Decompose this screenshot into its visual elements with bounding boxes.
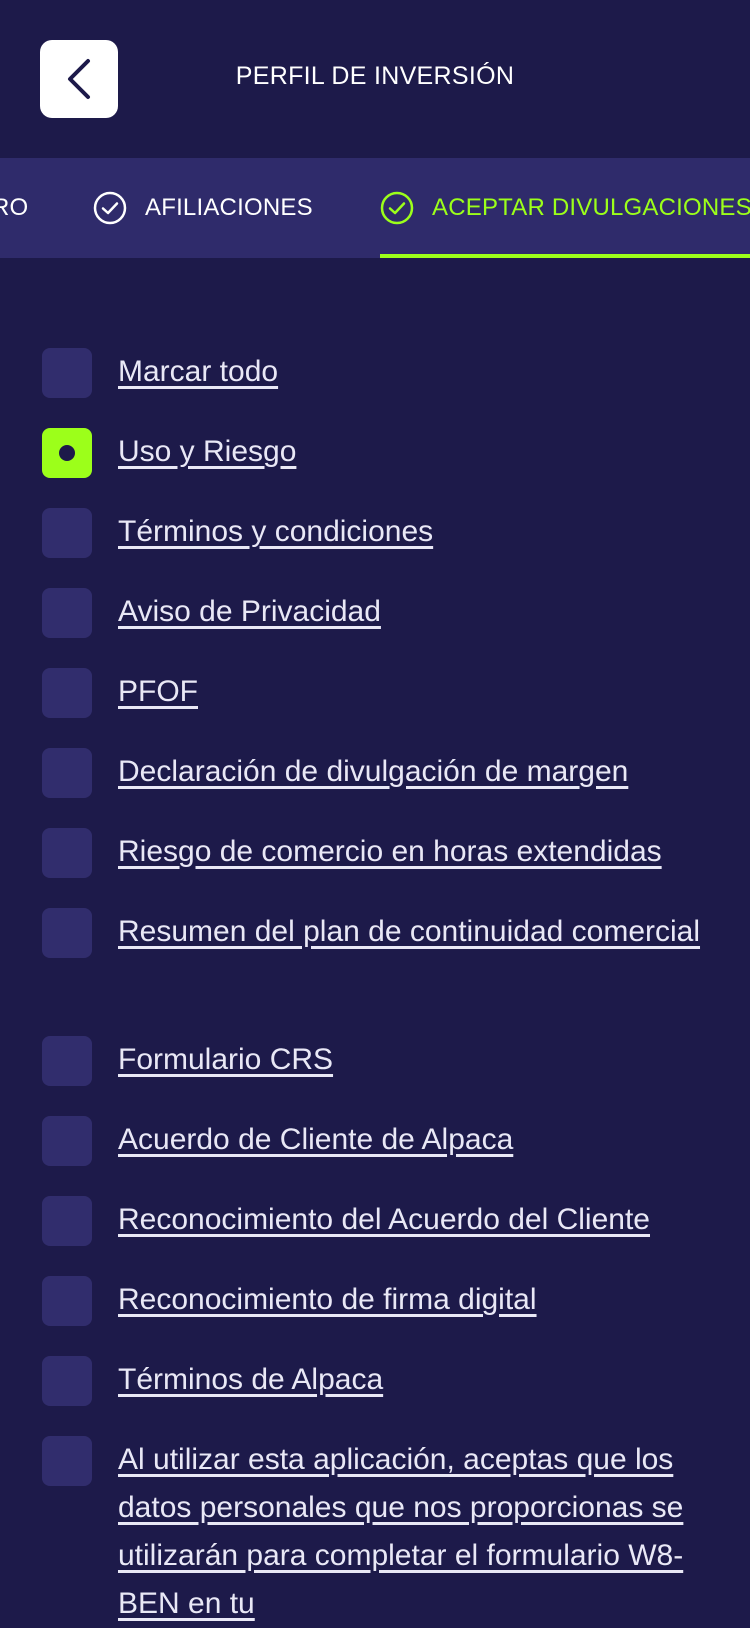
- tab-label: ACEPTAR DIVULGACIONES: [432, 194, 750, 221]
- check-circle-icon: [380, 191, 414, 225]
- checkbox[interactable]: [42, 1196, 92, 1246]
- disclosure-link[interactable]: Reconocimiento de firma digital: [118, 1276, 718, 1324]
- checkbox[interactable]: [42, 508, 92, 558]
- checkbox-item-continuidad[interactable]: Resumen del plan de continuidad comercia…: [42, 908, 718, 958]
- disclosure-link[interactable]: Reconocimiento del Acuerdo del Cliente: [118, 1196, 718, 1244]
- checkbox[interactable]: [42, 1436, 92, 1486]
- checkbox-item-reconocimiento-acuerdo[interactable]: Reconocimiento del Acuerdo del Cliente: [42, 1196, 718, 1246]
- disclosure-link[interactable]: Acuerdo de Cliente de Alpaca: [118, 1116, 718, 1164]
- disclosure-link[interactable]: Al utilizar esta aplicación, aceptas que…: [118, 1436, 718, 1628]
- checkbox-item-crs[interactable]: Formulario CRS: [42, 1036, 718, 1086]
- checkbox-item-terminos-alpaca[interactable]: Términos de Alpaca: [42, 1356, 718, 1406]
- checkbox-item-terminos[interactable]: Términos y condiciones: [42, 508, 718, 558]
- checkbox[interactable]: [42, 908, 92, 958]
- tab-label: AFILIACIONES: [145, 194, 313, 221]
- tab-label: RO: [0, 194, 29, 221]
- checkbox-item-firma-digital[interactable]: Reconocimiento de firma digital: [42, 1276, 718, 1326]
- checkbox[interactable]: [42, 668, 92, 718]
- step-tabs: RO AFILIACIONES ACEPTAR DIVULGACIONES: [0, 158, 750, 258]
- checkbox[interactable]: [42, 348, 92, 398]
- disclosure-link[interactable]: PFOF: [118, 668, 718, 716]
- checkbox-item-horas-extendidas[interactable]: Riesgo de comercio en horas extendidas: [42, 828, 718, 878]
- checkbox[interactable]: [42, 828, 92, 878]
- checkbox[interactable]: [42, 1356, 92, 1406]
- checkbox-item-marcar-todo[interactable]: Marcar todo: [42, 348, 718, 398]
- disclosure-link[interactable]: Resumen del plan de continuidad comercia…: [118, 908, 718, 956]
- checkbox[interactable]: [42, 588, 92, 638]
- disclosure-link[interactable]: Términos y condiciones: [118, 508, 718, 556]
- checkbox[interactable]: [42, 748, 92, 798]
- checked-dot-icon: [59, 445, 75, 461]
- checkbox[interactable]: [42, 428, 92, 478]
- check-circle-icon: [93, 191, 127, 225]
- app-header: PERFIL DE INVERSIÓN: [0, 0, 750, 158]
- checkbox-item-margen[interactable]: Declaración de divulgación de margen: [42, 748, 718, 798]
- tab-aceptar-divulgaciones[interactable]: ACEPTAR DIVULGACIONES: [380, 158, 750, 258]
- disclosure-link[interactable]: Riesgo de comercio en horas extendidas: [118, 828, 718, 876]
- tab-afiliaciones[interactable]: AFILIACIONES: [93, 158, 313, 258]
- disclosure-link[interactable]: Formulario CRS: [118, 1036, 718, 1084]
- checkbox-item-pfof[interactable]: PFOF: [42, 668, 718, 718]
- disclosure-link[interactable]: Marcar todo: [118, 348, 718, 396]
- page-title: PERFIL DE INVERSIÓN: [235, 62, 515, 90]
- checkbox-item-uso-y-riesgo[interactable]: Uso y Riesgo: [42, 428, 718, 478]
- checkbox[interactable]: [42, 1116, 92, 1166]
- checkbox-item-w8ben[interactable]: Al utilizar esta aplicación, aceptas que…: [42, 1436, 718, 1628]
- tab-previous[interactable]: RO: [0, 158, 28, 258]
- disclosure-link[interactable]: Términos de Alpaca: [118, 1356, 718, 1404]
- disclosure-link[interactable]: Aviso de Privacidad: [118, 588, 718, 636]
- checkbox[interactable]: [42, 1276, 92, 1326]
- checkbox[interactable]: [42, 1036, 92, 1086]
- checkbox-item-acuerdo-alpaca[interactable]: Acuerdo de Cliente de Alpaca: [42, 1116, 718, 1166]
- checkbox-item-privacidad[interactable]: Aviso de Privacidad: [42, 588, 718, 638]
- disclosure-link[interactable]: Declaración de divulgación de margen: [118, 748, 718, 796]
- disclosure-link[interactable]: Uso y Riesgo: [118, 428, 718, 476]
